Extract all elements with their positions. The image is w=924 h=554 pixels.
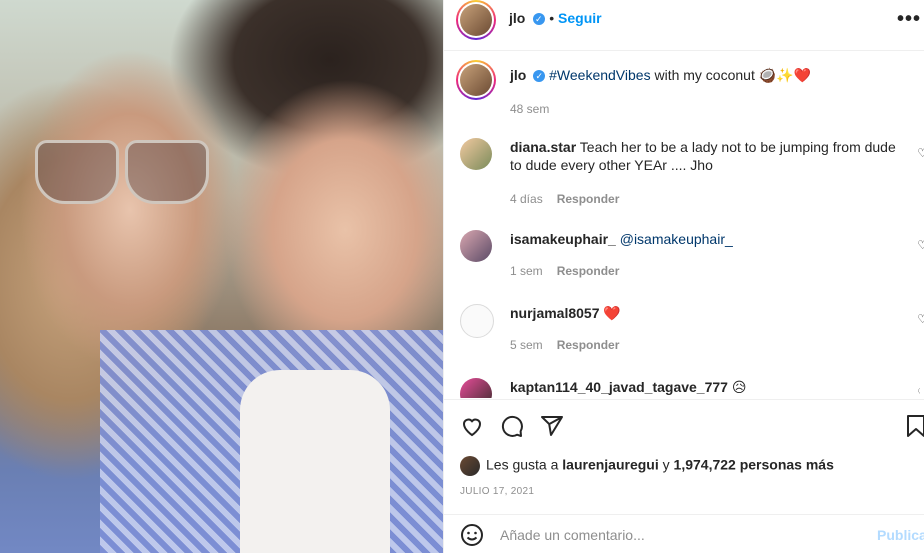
comment-text: 😥 xyxy=(731,379,747,395)
caption-text: with my coconut 🥥✨❤️ xyxy=(650,67,812,83)
liker-username[interactable]: laurenjauregui xyxy=(562,457,658,473)
comment-item: nurjamal8057 ❤️ 5 sem Responder ♡ xyxy=(460,304,924,354)
bookmark-icon[interactable] xyxy=(906,414,924,438)
likes-summary: Les gusta a laurenjauregui y 1,974,722 p… xyxy=(460,456,834,476)
comment-meta: 1 sem Responder xyxy=(510,264,619,278)
comment-body: diana.star Teach her to be a lady not to… xyxy=(510,138,910,174)
comment-body: isamakeuphair_ @isamakeuphair_ xyxy=(510,230,910,248)
publish-button[interactable]: Publicar xyxy=(877,527,924,543)
caption-avatar[interactable] xyxy=(460,64,492,96)
sunglasses xyxy=(35,140,209,204)
comment-meta: 4 días Responder xyxy=(510,192,619,206)
comment-item: diana.star Teach her to be a lady not to… xyxy=(460,138,924,208)
heart-icon[interactable] xyxy=(460,414,484,438)
white-tshirt xyxy=(240,370,390,553)
separator-dot: • xyxy=(549,10,559,26)
add-comment-bar: Añade un comentario... Publicar xyxy=(444,514,924,554)
likes-connector: y xyxy=(658,456,674,473)
comment-input[interactable]: Añade un comentario... xyxy=(500,527,645,543)
comment-time[interactable]: 1 sem xyxy=(510,264,543,278)
like-comment-icon[interactable]: ♡ xyxy=(917,146,924,160)
commenter-avatar[interactable] xyxy=(460,230,492,262)
share-icon[interactable] xyxy=(540,414,564,438)
reply-button[interactable]: Responder xyxy=(557,192,620,206)
author-avatar[interactable] xyxy=(460,4,492,36)
commenter-username[interactable]: kaptan114_40_javad_tagave_777 xyxy=(510,379,728,395)
emoji-icon[interactable] xyxy=(460,523,484,547)
likes-count[interactable]: 1,974,722 personas más xyxy=(674,457,834,473)
like-comment-icon[interactable]: ♡ xyxy=(917,386,920,398)
more-options-icon[interactable]: ••• xyxy=(897,8,921,31)
comment-time[interactable]: 5 sem xyxy=(510,338,543,352)
comment-icon[interactable] xyxy=(500,414,524,438)
follow-button[interactable]: Seguir xyxy=(558,10,602,26)
caption: jlo ✓ #WeekendVibes with my coconut 🥥✨❤️… xyxy=(510,66,811,118)
reply-button[interactable]: Responder xyxy=(557,338,620,352)
commenter-username[interactable]: diana.star xyxy=(510,139,576,155)
like-comment-icon[interactable]: ♡ xyxy=(917,238,924,252)
comment-text: ❤️ xyxy=(603,305,621,321)
post-side-panel: jlo ✓ • Seguir ••• jlo ✓ #WeekendVibes w… xyxy=(443,0,924,553)
liker-avatar[interactable] xyxy=(460,456,480,476)
comment-body: kaptan114_40_javad_tagave_777 😥 xyxy=(510,378,910,396)
caption-avatar-ring[interactable] xyxy=(456,60,496,100)
verified-icon: ✓ xyxy=(533,70,546,83)
reply-button[interactable]: Responder xyxy=(557,264,620,278)
comment-time[interactable]: 4 días xyxy=(510,192,543,206)
hashtag-link[interactable]: #WeekendVibes xyxy=(549,67,650,83)
comment-item: kaptan114_40_javad_tagave_777 😥 ♡ xyxy=(460,378,920,398)
like-comment-icon[interactable]: ♡ xyxy=(917,312,924,326)
author-avatar-ring[interactable] xyxy=(456,0,496,40)
post-photo[interactable] xyxy=(0,0,443,553)
commenter-avatar[interactable] xyxy=(460,138,492,170)
mention-link[interactable]: @isamakeuphair_ xyxy=(620,231,733,247)
commenter-avatar[interactable] xyxy=(460,378,492,398)
caption-time[interactable]: 48 sem xyxy=(510,100,811,118)
post-header: jlo ✓ • Seguir ••• xyxy=(444,0,924,51)
comment-meta: 5 sem Responder xyxy=(510,338,619,352)
post-date[interactable]: JULIO 17, 2021 xyxy=(460,486,534,497)
commenter-username[interactable]: isamakeuphair_ xyxy=(510,231,616,247)
caption-username[interactable]: jlo xyxy=(510,67,526,83)
comment-item: isamakeuphair_ @isamakeuphair_ 1 sem Resp… xyxy=(460,230,924,280)
commenter-avatar[interactable] xyxy=(460,304,494,338)
commenter-username[interactable]: nurjamal8057 xyxy=(510,305,600,321)
verified-icon: ✓ xyxy=(532,12,545,25)
comment-body: nurjamal8057 ❤️ xyxy=(510,304,910,322)
action-bar xyxy=(444,399,924,452)
likes-prefix: Les gusta a xyxy=(486,456,563,473)
author-username[interactable]: jlo xyxy=(509,10,525,26)
